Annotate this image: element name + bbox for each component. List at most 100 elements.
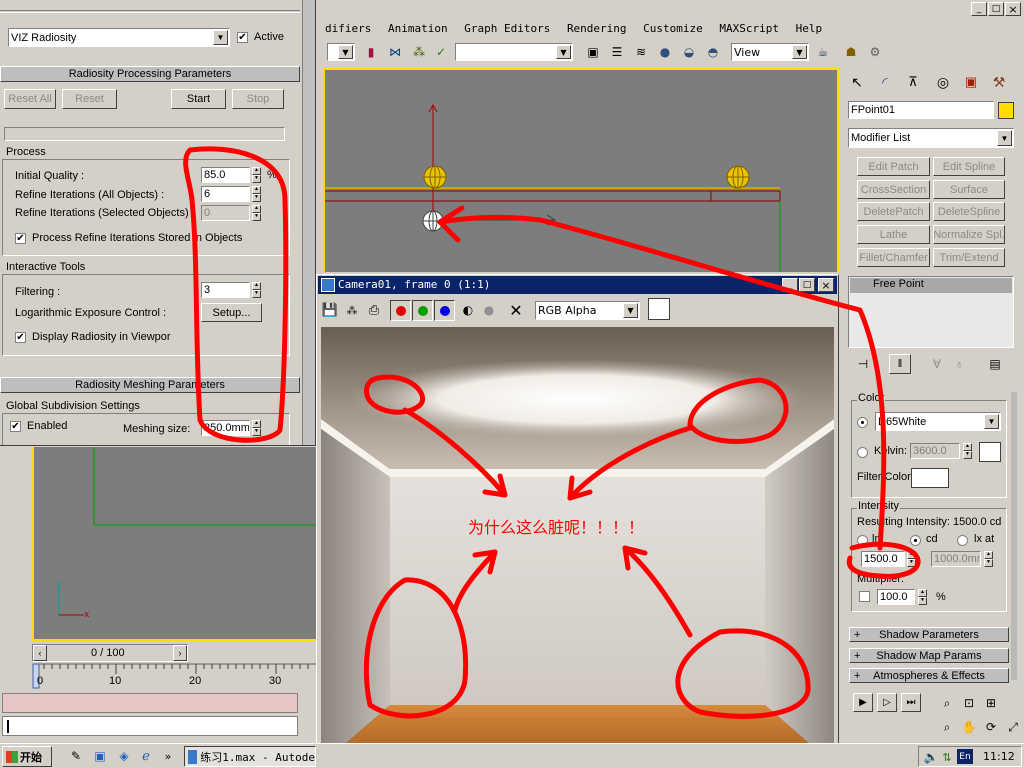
normalize-spline-button[interactable]: Normalize Spl.	[933, 225, 1005, 244]
rollout-shadow-map-params[interactable]: + Shadow Map Params	[849, 648, 1009, 663]
render-type-combo[interactable]: View ▼	[731, 43, 809, 61]
channel-select[interactable]: RGB Alpha ▼	[535, 301, 640, 320]
multiplier-checkbox[interactable]	[859, 591, 870, 602]
menu-animation[interactable]: Animation	[388, 22, 448, 35]
listener-white-bar[interactable]	[2, 716, 298, 736]
reset-all-button[interactable]: Reset All	[4, 89, 56, 109]
mono-channel-icon[interactable]: ◐	[458, 300, 478, 320]
mirror-icon[interactable]: ⋈	[385, 42, 405, 62]
pan-hand-icon[interactable]: ✋	[959, 717, 979, 737]
setup-button[interactable]: Setup...	[201, 303, 262, 322]
stop-button[interactable]: Stop	[232, 89, 284, 109]
color-swatch[interactable]	[648, 298, 670, 320]
teapot-render-icon[interactable]: ☕	[813, 42, 833, 62]
rollout-atmospheres-effects[interactable]: + Atmospheres & Effects	[849, 668, 1009, 683]
preset-radio[interactable]	[857, 417, 868, 428]
edit-patch-button[interactable]: Edit Patch	[857, 157, 930, 176]
render-minimize-button[interactable]: _	[782, 278, 798, 292]
select-link-icon[interactable]: ▮	[361, 42, 381, 62]
clear-icon[interactable]: ✕	[506, 300, 526, 320]
zoom-extents-icon[interactable]: ⊡	[959, 693, 979, 713]
network-icon[interactable]: ⇅	[937, 747, 957, 767]
zoom-icon[interactable]: ⌕	[937, 693, 957, 713]
object-name-field[interactable]: FPoint01	[848, 101, 994, 119]
reset-button[interactable]: Reset	[62, 89, 117, 109]
maximize-viewport-icon[interactable]: ⤢	[1003, 717, 1023, 737]
multiplier-spinner[interactable]: ▲ ▼	[918, 589, 927, 605]
menu-customize[interactable]: Customize	[643, 22, 703, 35]
time-slider[interactable]: ‹ 0 / 100 ›	[32, 644, 188, 662]
quick-render-icon[interactable]: ◓	[703, 42, 723, 62]
red-channel-button[interactable]	[390, 300, 411, 321]
menu-graph-editors[interactable]: Graph Editors	[464, 22, 550, 35]
stack-item-free-point[interactable]: Free Point	[850, 278, 1012, 293]
track-bar[interactable]: 0 10 20 30	[32, 662, 316, 690]
quicklaunch-ie-icon[interactable]: ℯ	[136, 746, 156, 766]
render-scene-icon[interactable]: ◒	[679, 42, 699, 62]
color-preset-select[interactable]: D65White ▼	[875, 412, 1001, 431]
kelvin-field[interactable]: 3600.0	[910, 443, 960, 459]
edit-spline-button[interactable]: Edit Spline	[933, 157, 1005, 176]
meshing-size-spinner[interactable]: ▲ ▼	[252, 420, 261, 436]
make-unique-icon[interactable]: ∀	[927, 354, 947, 374]
cross-section-button[interactable]: CrossSection	[857, 180, 930, 199]
filtering-field[interactable]: 3	[201, 282, 250, 298]
multiplier-field[interactable]: 100.0	[877, 589, 915, 605]
modifier-list-select[interactable]: Modifier List ▼	[848, 128, 1014, 148]
display-radiosity-checkbox[interactable]: ✔	[15, 332, 26, 343]
render-maximize-button[interactable]: □	[799, 278, 815, 292]
app-minimize-button[interactable]: _	[971, 2, 987, 16]
remove-modifier-icon[interactable]: ♁	[949, 354, 969, 374]
render-close-button[interactable]: ×	[818, 278, 834, 292]
rollout-radiosity-meshing[interactable]: Radiosity Meshing Parameters	[0, 377, 300, 393]
utilities-tab-icon[interactable]: ⚒	[989, 72, 1009, 92]
refine-selected-spinner[interactable]: ▲ ▼	[252, 205, 261, 221]
start-menu-button[interactable]: 开始	[2, 746, 52, 767]
align-icon[interactable]: ⁂	[409, 42, 429, 62]
radiosity-engine-select[interactable]: VIZ Radiosity ▼	[8, 28, 230, 47]
intensity-field[interactable]: 1500.0	[861, 551, 905, 567]
render-window-titlebar[interactable]: Camera01, frame 0 (1:1) _ □ ×	[318, 276, 837, 294]
kelvin-radio[interactable]	[857, 447, 868, 458]
surface-button[interactable]: Surface	[933, 180, 1005, 199]
panel-scrollbar[interactable]	[302, 0, 315, 445]
blue-channel-button[interactable]	[434, 300, 455, 321]
next-frame-button[interactable]: ⏭	[901, 693, 921, 712]
distance-spinner[interactable]: ▲ ▼	[984, 551, 993, 567]
lm-radio[interactable]	[857, 535, 868, 546]
intensity-spinner[interactable]: ▲ ▼	[907, 551, 916, 567]
distance-field[interactable]: 1000.0mm	[931, 551, 981, 567]
menu-rendering[interactable]: Rendering	[567, 22, 627, 35]
rollout-radiosity-processing[interactable]: Radiosity Processing Parameters	[0, 66, 300, 82]
named-selection-combo[interactable]: ▼	[455, 43, 573, 61]
trim-extend-button[interactable]: Trim/Extend	[933, 248, 1005, 267]
refine-selected-field[interactable]: 0	[201, 205, 250, 221]
delete-spline-button[interactable]: DeleteSpline	[933, 202, 1005, 221]
play-all-button[interactable]: ▷	[877, 693, 897, 712]
active-checkbox[interactable]: ✔	[237, 32, 248, 43]
process-refine-checkbox[interactable]: ✔	[15, 233, 26, 244]
filter-color-swatch[interactable]	[911, 468, 949, 488]
green-channel-button[interactable]	[412, 300, 433, 321]
params-scrollbar[interactable]	[1011, 392, 1017, 680]
refine-all-field[interactable]: 6	[201, 186, 250, 202]
viewport-left[interactable]: y x	[32, 447, 316, 641]
start-button[interactable]: Start	[171, 89, 226, 109]
alpha-channel-icon[interactable]: ●	[479, 300, 499, 320]
show-end-result-button[interactable]: ‖	[889, 354, 911, 374]
object-color-swatch[interactable]	[998, 102, 1014, 119]
gear-icon[interactable]: ⚙	[865, 42, 885, 62]
hierarchy-tab-icon[interactable]: ⊼	[903, 72, 923, 92]
light-sphere-left-icon[interactable]	[423, 165, 447, 189]
time-next-button[interactable]: ›	[173, 645, 187, 661]
menu-modifiers[interactable]: difiers	[325, 22, 371, 35]
rollout-shadow-parameters[interactable]: + Shadow Parameters	[849, 627, 1009, 642]
fillet-chamfer-button[interactable]: Fillet/Chamfer	[857, 248, 930, 267]
zoom-all-icon[interactable]: ⊞	[981, 693, 1001, 713]
viewport-front[interactable]	[323, 68, 839, 272]
enabled-checkbox[interactable]: ✔	[10, 421, 21, 432]
kelvin-spinner[interactable]: ▲ ▼	[963, 443, 972, 459]
orbit-icon[interactable]: ⟳	[981, 717, 1001, 737]
menu-help[interactable]: Help	[796, 22, 823, 35]
material-editor-icon[interactable]: ●	[655, 42, 675, 62]
